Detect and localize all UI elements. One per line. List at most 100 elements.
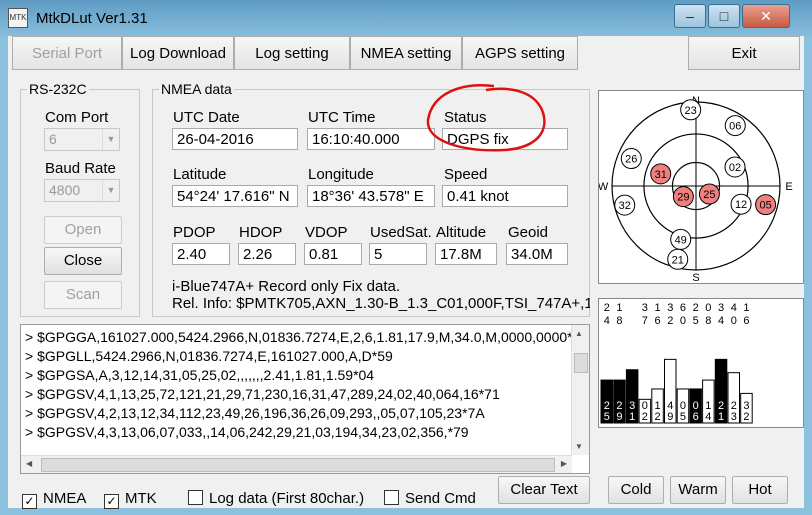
mtk-checkbox[interactable]: ✓ MTK — [104, 490, 157, 509]
snr-top-digit: 6 — [654, 315, 660, 327]
satellite-id: 06 — [729, 121, 741, 133]
snr-top-digit: 1 — [616, 302, 622, 314]
snr-top-digit: 8 — [705, 315, 711, 327]
snr-bar-label: 1 — [629, 411, 635, 423]
hscroll-thumb[interactable] — [41, 458, 555, 472]
scroll-up-icon[interactable]: ▲ — [575, 329, 583, 338]
checkbox-box[interactable] — [188, 490, 203, 505]
snr-bar-label: 3 — [731, 411, 737, 423]
longitude-label: Longitude — [308, 166, 374, 183]
vdop-label: VDOP — [305, 224, 348, 241]
snr-top-digit: 4 — [604, 315, 610, 327]
snr-top-digit: 3 — [667, 302, 673, 314]
snr-bar-label: 5 — [680, 411, 686, 423]
mtk-app-icon[interactable]: MTK — [8, 8, 28, 28]
nmea-log-textarea[interactable]: > $GPGGA,161027.000,5424.2966,N,01836.72… — [20, 324, 590, 474]
client-area: Serial Port Log Download Log setting NME… — [8, 36, 804, 509]
baud-rate-select[interactable]: 4800 ▼ — [44, 179, 120, 202]
log-data-checkbox[interactable]: Log data (First 80char.) — [188, 490, 364, 507]
snr-top-digit: 4 — [718, 315, 724, 327]
satellite-id: 21 — [672, 254, 684, 266]
snr-top-digit: 0 — [705, 302, 711, 314]
snr-top-digit: 3 — [718, 302, 724, 314]
close-window-button[interactable]: ✕ — [742, 4, 790, 28]
nmea-checkbox[interactable]: ✓ NMEA — [22, 490, 87, 509]
minimize-button[interactable]: – — [674, 4, 706, 28]
snr-top-digit: 4 — [731, 302, 737, 314]
close-port-button[interactable]: Close — [44, 247, 122, 275]
tab-log-setting[interactable]: Log setting — [234, 36, 350, 70]
west-label: W — [599, 181, 609, 193]
satellite-id: 25 — [703, 189, 715, 201]
utc-date-field: 26-04-2016 — [172, 128, 298, 150]
utc-time-label: UTC Time — [308, 109, 376, 126]
snr-top-digit: 2 — [667, 315, 673, 327]
scroll-right-icon[interactable]: ▶ — [561, 459, 567, 468]
altitude-field: 17.8M — [435, 243, 497, 265]
warm-start-button[interactable]: Warm — [670, 476, 726, 504]
chevron-down-icon[interactable]: ▼ — [102, 129, 119, 150]
snr-top-digit: 1 — [654, 302, 660, 314]
snr-top-digit: 0 — [680, 315, 686, 327]
com-port-select[interactable]: 6 ▼ — [44, 128, 120, 151]
satellite-id: 23 — [685, 105, 697, 117]
checkbox-box[interactable]: ✓ — [104, 494, 119, 509]
baud-rate-value: 4800 — [49, 182, 81, 198]
tab-serial-port[interactable]: Serial Port — [12, 36, 122, 70]
app-window: MTK MtkDLut Ver1.31 – □ ✕ Serial Port Lo… — [0, 0, 812, 515]
snr-top-digit: 0 — [731, 315, 737, 327]
snr-top-digit: 6 — [743, 315, 749, 327]
scroll-thumb[interactable] — [574, 353, 588, 373]
satellite-id: 49 — [675, 234, 687, 246]
snr-top-digit: 2 — [604, 302, 610, 314]
scroll-down-icon[interactable]: ▼ — [575, 442, 583, 451]
hot-start-button[interactable]: Hot — [732, 476, 788, 504]
log-line: > $GPGSV,4,2,13,12,34,112,23,49,26,196,3… — [25, 405, 485, 421]
usedsat-label: UsedSat. — [370, 224, 432, 241]
title-bar[interactable]: MTK MtkDLut Ver1.31 – □ ✕ — [0, 0, 812, 36]
device-info-text: i-Blue747A+ Record only Fix data. — [172, 278, 401, 295]
maximize-button[interactable]: □ — [708, 4, 740, 28]
tab-agps-setting[interactable]: AGPS setting — [462, 36, 578, 70]
snr-chart: 24251829 3137021612324960052506081434214… — [600, 302, 753, 424]
vdop-field: 0.81 — [304, 243, 362, 265]
speed-field: 0.41 knot — [442, 185, 568, 207]
pdop-label: PDOP — [173, 224, 216, 241]
hdop-field: 2.26 — [238, 243, 296, 265]
geoid-label: Geoid — [508, 224, 549, 241]
clear-text-button[interactable]: Clear Text — [498, 476, 590, 504]
chevron-down-icon[interactable]: ▼ — [102, 180, 119, 201]
snr-top-digit: 7 — [642, 315, 648, 327]
exit-button[interactable]: Exit — [688, 36, 800, 70]
vertical-scrollbar[interactable]: ▲ ▼ — [571, 325, 589, 455]
log-line: > $GPGSV,4,3,13,06,07,033,,14,06,242,29,… — [25, 424, 469, 440]
snr-bar-label: 1 — [718, 411, 724, 423]
nmea-checkbox-label: NMEA — [43, 490, 87, 507]
latitude-label: Latitude — [173, 166, 227, 183]
horizontal-scrollbar[interactable]: ◀ ▶ — [21, 455, 572, 473]
send-cmd-checkbox-label: Send Cmd — [405, 490, 476, 507]
checkbox-box[interactable]: ✓ — [22, 494, 37, 509]
log-line: > $GPGSA,A,3,12,14,31,05,25,02,,,,,,,2.4… — [25, 367, 375, 383]
sky-view-plot: NSWE 230626023129251205324921 — [598, 95, 793, 284]
scan-button[interactable]: Scan — [44, 281, 122, 309]
utc-date-label: UTC Date — [173, 109, 240, 126]
south-label: S — [692, 272, 699, 283]
altitude-label: Altitude — [436, 224, 487, 241]
snr-top-digit: 2 — [693, 302, 699, 314]
checkbox-box[interactable] — [384, 490, 399, 505]
geoid-field: 34.0M — [506, 243, 568, 265]
scroll-left-icon[interactable]: ◀ — [26, 459, 32, 468]
red-highlight-annotation — [426, 84, 546, 152]
snr-bar-label: 2 — [743, 411, 749, 423]
com-port-label: Com Port — [45, 109, 109, 126]
tab-nmea-setting[interactable]: NMEA setting — [350, 36, 462, 70]
send-cmd-checkbox[interactable]: Send Cmd — [384, 490, 476, 507]
open-button[interactable]: Open — [44, 216, 122, 244]
satellite-id: 02 — [729, 162, 741, 174]
nmea-data-legend: NMEA data — [161, 81, 232, 97]
satellite-id: 12 — [735, 199, 747, 211]
longitude-field: 18°36' 43.578" E — [307, 185, 435, 207]
tab-log-download[interactable]: Log Download — [122, 36, 234, 70]
cold-start-button[interactable]: Cold — [608, 476, 664, 504]
